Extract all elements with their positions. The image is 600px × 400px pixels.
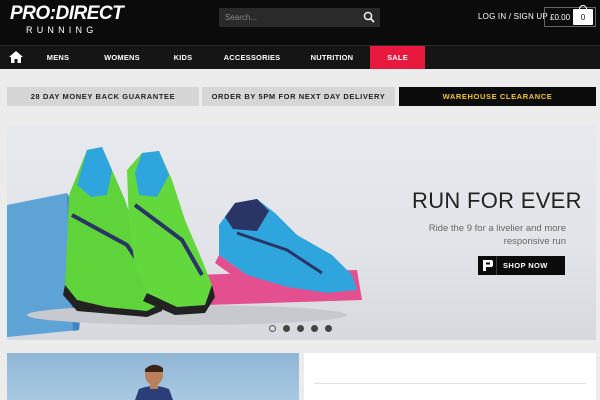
hero-banner[interactable]: RUN FOR EVER Ride the 9 for a livelier a… <box>7 125 596 340</box>
panel-divider <box>314 383 586 384</box>
promo-next-day-delivery[interactable]: ORDER BY 5PM FOR NEXT DAY DELIVERY <box>202 87 395 106</box>
runner-image <box>135 364 173 400</box>
cart-button[interactable]: £0.00 0 <box>544 5 596 27</box>
cart-count: 0 <box>580 13 586 22</box>
login-signup-link[interactable]: LOG IN / SIGN UP <box>478 12 548 21</box>
feature-panel-runner[interactable] <box>7 353 299 400</box>
slide-dot-4[interactable] <box>311 325 318 332</box>
home-icon[interactable] <box>9 51 23 63</box>
logo-sub-text: RUNNING <box>26 25 98 35</box>
search-box <box>219 8 380 27</box>
nav-item-kids[interactable]: KIDS <box>166 46 200 69</box>
search-icon[interactable] <box>363 11 375 23</box>
cart-bag-icon: 0 <box>573 5 593 25</box>
hero-title: RUN FOR EVER <box>412 188 582 213</box>
promo-money-back[interactable]: 28 DAY MONEY BACK GUARANTEE <box>7 87 199 106</box>
cart-total: £0.00 <box>550 13 571 22</box>
hero-shoes-image <box>7 147 362 337</box>
shop-now-label: SHOP NOW <box>503 261 548 270</box>
slide-dot-1[interactable] <box>269 325 276 332</box>
slide-dot-5[interactable] <box>325 325 332 332</box>
nav-item-mens[interactable]: MENS <box>36 46 80 69</box>
slide-dot-3[interactable] <box>297 325 304 332</box>
main-nav: MENS WOMENS KIDS ACCESSORIES NUTRITION S… <box>0 45 600 69</box>
promo-warehouse-clearance[interactable]: WAREHOUSE CLEARANCE <box>399 87 596 106</box>
nav-item-sale[interactable]: SALE <box>370 46 425 69</box>
search-input[interactable] <box>219 8 359 27</box>
p-logo-icon <box>478 256 497 275</box>
hero-subtitle: Ride the 9 for a livelier and more respo… <box>428 223 566 247</box>
site-logo[interactable]: PRO:DIRECT RUNNING <box>10 4 130 36</box>
site-header: PRO:DIRECT RUNNING LOG IN / SIGN UP £0.0… <box>0 0 600 45</box>
logo-main-text: PRO:DIRECT <box>10 3 124 24</box>
nav-item-nutrition[interactable]: NUTRITION <box>304 46 360 69</box>
slide-dot-2[interactable] <box>283 325 290 332</box>
nav-item-womens[interactable]: WOMENS <box>96 46 148 69</box>
feature-panel-blank <box>304 353 596 400</box>
shop-now-button[interactable]: SHOP NOW <box>478 256 565 275</box>
nav-item-accessories[interactable]: ACCESSORIES <box>222 46 282 69</box>
